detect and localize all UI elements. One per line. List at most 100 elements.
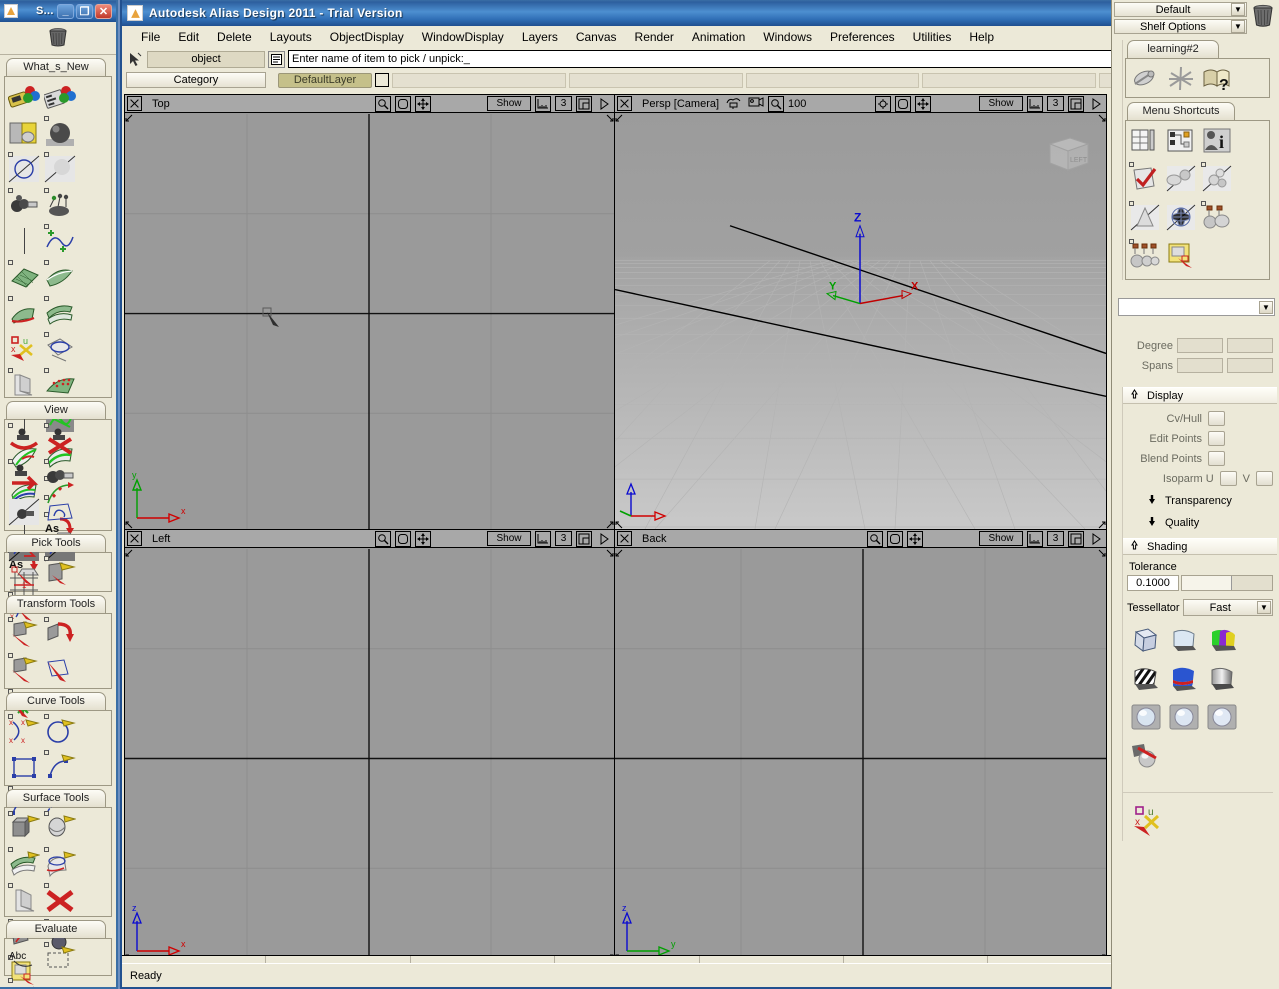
shelf-tab-label[interactable]: Menu Shortcuts — [1127, 102, 1235, 120]
prompt-input[interactable]: Enter name of item to pick / unpick:_ — [288, 50, 1185, 68]
ruler-icon[interactable] — [1027, 95, 1043, 112]
resize-corner[interactable] — [125, 549, 134, 558]
menu-delete[interactable]: Delete — [208, 28, 261, 46]
collapse-icon[interactable] — [1129, 388, 1140, 403]
viewport-back[interactable]: Back Show 3 z y — [614, 529, 1107, 963]
quality-label[interactable]: Quality — [1165, 517, 1199, 529]
grid-number[interactable]: 3 — [555, 531, 572, 546]
resize-corner[interactable] — [1097, 520, 1106, 529]
pick-object-tool[interactable] — [42, 555, 78, 591]
blend-points-checkbox[interactable] — [1208, 451, 1225, 466]
light-spheres2-icon[interactable] — [1127, 238, 1163, 274]
camera-delete-tool[interactable] — [42, 422, 78, 458]
multi-camera-tool[interactable] — [42, 187, 78, 223]
sphere-light-tool[interactable] — [42, 151, 78, 187]
scale-tool[interactable] — [6, 652, 42, 688]
curvature-tool[interactable] — [6, 977, 42, 987]
skin-surface-tool[interactable] — [6, 846, 42, 882]
segment[interactable] — [122, 956, 267, 963]
isoparm-u-checkbox[interactable] — [1219, 471, 1237, 486]
information-icon[interactable]: i — [1199, 123, 1235, 159]
spheres-icon[interactable] — [1199, 161, 1235, 197]
ruler-icon[interactable] — [535, 530, 551, 547]
frame-icon[interactable] — [887, 530, 903, 547]
segment[interactable] — [555, 956, 700, 963]
pillow-surface-tool[interactable] — [42, 259, 78, 295]
grid-number[interactable]: 3 — [555, 96, 572, 111]
camera-dolly-tool[interactable] — [42, 458, 78, 494]
chevron-down-icon[interactable]: ▼ — [1231, 20, 1245, 33]
minimize-icon[interactable]: _ — [57, 3, 74, 19]
check-mark-icon[interactable] — [1127, 161, 1163, 197]
palette-tab-label[interactable]: Evaluate — [6, 920, 106, 938]
viewport-persp[interactable]: Persp [Camera] 100 Show 3 Z X Y LEFT — [614, 94, 1107, 530]
grid-number[interactable]: 3 — [1047, 531, 1064, 546]
stripe-swatch[interactable] — [1127, 660, 1165, 698]
menu-windows[interactable]: Windows — [754, 28, 821, 46]
pan-icon[interactable] — [415, 530, 431, 547]
light-spheres-icon[interactable] — [1199, 200, 1235, 236]
metal-swatch[interactable] — [1203, 660, 1241, 698]
palette-tab-label[interactable]: View — [6, 401, 106, 419]
window-icon[interactable] — [576, 95, 592, 112]
glossy-ball-3[interactable] — [1203, 698, 1241, 736]
segment[interactable] — [411, 956, 556, 963]
ruler-icon[interactable] — [1027, 530, 1043, 547]
menu-canvas[interactable]: Canvas — [567, 28, 626, 46]
window-icon[interactable] — [576, 530, 592, 547]
viewport-persp-canvas[interactable]: Z X Y LEFT — [615, 114, 1106, 529]
menu-utilities[interactable]: Utilities — [904, 28, 961, 46]
collapse-icon[interactable] — [1129, 539, 1140, 554]
diagnostic-tool[interactable] — [42, 941, 78, 977]
resize-corner[interactable] — [125, 114, 134, 123]
shelf-tab-label[interactable]: learning#2 — [1127, 40, 1219, 58]
delete-construction-icon[interactable]: u x — [1129, 801, 1169, 841]
light-icon[interactable] — [875, 95, 891, 112]
fillet-surface-tool[interactable] — [6, 295, 42, 331]
display-section-header[interactable]: Display — [1123, 387, 1277, 404]
wireframe-swatch[interactable] — [1127, 622, 1165, 660]
lasso-view-tool[interactable] — [42, 494, 78, 530]
menu-layouts[interactable]: Layouts — [261, 28, 321, 46]
pan-icon[interactable] — [415, 95, 431, 112]
annotation-icon[interactable] — [1163, 238, 1199, 274]
trash-icon[interactable] — [1249, 2, 1277, 33]
show-button[interactable]: Show — [487, 531, 531, 546]
resize-corner[interactable] — [605, 520, 614, 529]
sphere-shade-tool[interactable] — [42, 115, 78, 151]
menu-windowdisplay[interactable]: WindowDisplay — [413, 28, 513, 46]
layer-slot[interactable] — [745, 72, 920, 88]
palette-tab-label[interactable]: Pick Tools — [6, 534, 106, 552]
glossy-ball-2[interactable] — [1165, 698, 1203, 736]
window-icon[interactable] — [1068, 530, 1084, 547]
degree-field-u[interactable] — [1177, 338, 1223, 353]
rectangle-tool[interactable] — [6, 749, 42, 785]
camera-icon[interactable] — [725, 95, 744, 112]
yellow-box-tool[interactable] — [6, 115, 42, 151]
menu-file[interactable]: File — [132, 28, 169, 46]
viewport-top-canvas[interactable]: y x — [125, 114, 614, 529]
resize-corner[interactable] — [615, 549, 624, 558]
frame-icon[interactable] — [395, 95, 411, 112]
layer-slot[interactable] — [392, 72, 566, 88]
pan-icon[interactable] — [907, 530, 923, 547]
cv-curve-tool[interactable]: xxxx — [6, 713, 42, 749]
revolve-surface-tool[interactable] — [42, 810, 78, 846]
pick-mode-field[interactable]: object — [147, 50, 265, 68]
cube-primitive-tool[interactable] — [6, 810, 42, 846]
resize-corner[interactable] — [1097, 549, 1106, 558]
palette-tab-label[interactable]: Surface Tools — [6, 789, 106, 807]
cv-hull-checkbox[interactable] — [1208, 411, 1225, 426]
pick-arrow-tool[interactable] — [6, 555, 42, 591]
plain-shade-swatch[interactable] — [1165, 622, 1203, 660]
zoom-icon[interactable] — [768, 95, 785, 112]
layer-visibility-checkbox[interactable] — [375, 73, 389, 87]
zoom-icon[interactable] — [867, 530, 883, 547]
rotate-tool[interactable] — [42, 616, 78, 652]
trash-icon[interactable] — [47, 26, 69, 51]
delete-surface-tool[interactable] — [42, 882, 78, 918]
shading-section-header[interactable]: Shading — [1123, 538, 1277, 555]
spans-field-u[interactable] — [1177, 358, 1223, 373]
resize-corner[interactable] — [605, 114, 614, 123]
next-icon[interactable] — [596, 530, 612, 547]
